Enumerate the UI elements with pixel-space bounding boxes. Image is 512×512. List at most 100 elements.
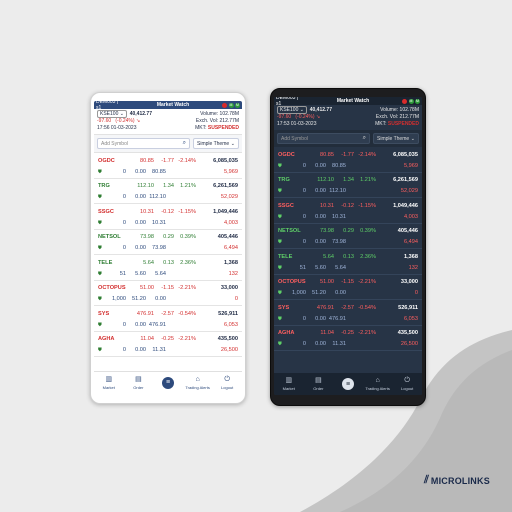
- status-dot-green-2[interactable]: M: [415, 98, 420, 104]
- row-ask-qty: 5,969: [224, 168, 238, 175]
- row-symbol[interactable]: TELE: [278, 254, 312, 260]
- trade-icon[interactable]: ⛊: [278, 316, 286, 322]
- watch-row[interactable]: SSGC 10.31 -0.12 -1.15% 1,049,446 ⛊ 0 0.00 10.31…: [94, 204, 242, 230]
- trade-icon[interactable]: ⛊: [98, 194, 106, 200]
- trade-icon[interactable]: ⛊: [98, 220, 106, 226]
- trade-icon[interactable]: ⛊: [278, 290, 286, 296]
- status-dot-green-2[interactable]: M: [235, 102, 240, 108]
- row-change-pct: -2.21%: [178, 336, 196, 342]
- theme-select[interactable]: Simple Theme ⌄: [373, 133, 419, 144]
- row-bid-qty: 0: [302, 341, 306, 347]
- light-phone-mockup: DEM003 | s1 Market Watch M M KSE100 ⌄ 40…: [90, 92, 246, 404]
- row-volume: 33,000: [220, 285, 238, 291]
- watch-row[interactable]: NETSOL 73.98 0.29 0.39% 405,446 ⛊ 0 0.00 73.98 6,…: [94, 230, 242, 255]
- watch-row[interactable]: AGHA 11.04 -0.25 -2.21% 435,500 ⛊ 0 0.00 11.31 26…: [94, 332, 242, 357]
- tab-menu[interactable]: ≡: [155, 376, 180, 389]
- watch-row[interactable]: OGDC 80.85 -1.77 -2.14% 6,085,035 ⛊ 0 0.00 80.85…: [94, 153, 242, 179]
- row-symbol[interactable]: SYS: [278, 305, 312, 311]
- symbol-search-input[interactable]: Add Symbol ⌕: [97, 138, 190, 149]
- tab-trading-alerts[interactable]: ⌂ Trading Alerts: [365, 377, 390, 391]
- row-bid-qty: 0: [302, 188, 306, 194]
- row-symbol[interactable]: OCTOPUS: [278, 279, 312, 285]
- watch-row[interactable]: TRG 112.10 1.34 1.21% 6,261,569 ⛊ 0 0.00 112.10 5…: [274, 173, 422, 198]
- row-symbol[interactable]: OCTOPUS: [98, 285, 132, 291]
- trade-icon[interactable]: ⛊: [278, 341, 286, 347]
- status-dots: M M: [222, 102, 240, 108]
- watch-row[interactable]: TRG 112.10 1.34 1.21% 6,261,569 ⛊ 0 0.00 112.10 5…: [94, 179, 242, 204]
- trade-icon[interactable]: ⛊: [98, 271, 106, 277]
- row-symbol[interactable]: TRG: [98, 183, 132, 189]
- row-bid-qty: 0: [122, 321, 126, 328]
- search-icon[interactable]: ⌕: [363, 135, 366, 142]
- row-symbol[interactable]: SSGC: [278, 203, 312, 209]
- tab-market[interactable]: ▥ Market: [276, 377, 301, 391]
- trade-icon[interactable]: ⛊: [98, 296, 106, 302]
- trade-icon[interactable]: ⛊: [278, 188, 286, 194]
- tab-order[interactable]: ▤ Order: [126, 376, 151, 390]
- trade-icon[interactable]: ⛊: [98, 245, 106, 251]
- index-datetime: 17:56 01-03-2023: [97, 125, 137, 131]
- watch-row[interactable]: NETSOL 73.98 0.29 0.39% 405,446 ⛊ 0 0.00 73.98 6,…: [274, 224, 422, 249]
- tab-logout[interactable]: ⏻ Logout: [215, 376, 240, 390]
- watch-row[interactable]: SYS 476.91 -2.57 -0.54% 526,911 ⛊ 0 0.00 476.91 6…: [94, 306, 242, 332]
- row-symbol[interactable]: AGHA: [278, 330, 312, 336]
- row-change: 0.29: [163, 234, 174, 240]
- watch-row[interactable]: AGHA 11.04 -0.25 -2.21% 435,500 ⛊ 0 0.00 11.31 26…: [274, 326, 422, 351]
- trade-icon[interactable]: ⛊: [98, 322, 106, 328]
- row-ask-qty: 26,500: [220, 347, 238, 353]
- row-symbol[interactable]: OGDC: [278, 152, 312, 158]
- trade-icon[interactable]: ⛊: [98, 169, 106, 175]
- watch-list: OGDC 80.85 -1.77 -2.14% 6,085,035 ⛊ 0 0.00 80.85…: [94, 153, 242, 371]
- theme-select[interactable]: Simple Theme ⌄: [193, 138, 239, 149]
- search-icon[interactable]: ⌕: [183, 140, 186, 147]
- trade-icon[interactable]: ⛊: [278, 214, 286, 220]
- tab-logout[interactable]: ⏻ Logout: [395, 377, 420, 391]
- index-selector[interactable]: KSE100 ⌄: [277, 106, 307, 114]
- tab-menu[interactable]: ≡: [335, 378, 360, 390]
- row-symbol[interactable]: OGDC: [98, 158, 132, 164]
- trade-icon[interactable]: ⛊: [278, 265, 286, 271]
- watch-row[interactable]: TELE 5.64 0.13 2.36% 1,368 ⛊ 51 5.60 5.64 132: [274, 249, 422, 275]
- trade-icon[interactable]: ⛊: [98, 347, 106, 353]
- status-dot-green[interactable]: M: [228, 102, 234, 108]
- status-dot-red[interactable]: [222, 102, 227, 108]
- row-symbol[interactable]: NETSOL: [98, 234, 132, 240]
- row-change-pct: -1.15%: [178, 208, 196, 215]
- tab-market[interactable]: ▥ Market: [96, 376, 121, 390]
- index-selector[interactable]: KSE100 ⌄: [97, 110, 127, 118]
- row-last-price: 11.04: [320, 330, 334, 336]
- status-dot-red[interactable]: [402, 98, 407, 104]
- row-symbol[interactable]: SYS: [98, 311, 132, 317]
- tab-trading-alerts[interactable]: ⌂ Trading Alerts: [185, 376, 210, 390]
- row-change: 1.34: [343, 177, 354, 183]
- row-change: -1.15: [161, 285, 174, 291]
- tab-label: Order: [133, 384, 144, 390]
- watch-row[interactable]: TELE 5.64 0.13 2.36% 1,368 ⛊ 51 5.60 5.64 132: [94, 255, 242, 281]
- symbol-search-input[interactable]: Add Symbol ⌕: [277, 133, 370, 144]
- watch-row[interactable]: SSGC 10.31 -0.12 -1.15% 1,049,446 ⛊ 0 0.00 10.31…: [274, 198, 422, 224]
- row-change: -0.25: [161, 336, 174, 342]
- watch-row[interactable]: OGDC 80.85 -1.77 -2.14% 6,085,035 ⛊ 0 0.00 80.85…: [274, 147, 422, 173]
- row-last-price: 112.10: [137, 183, 154, 189]
- watch-row[interactable]: OCTOPUS 51.00 -1.15 -2.21% 33,000 ⛊ 1,000 51.20…: [274, 275, 422, 300]
- watch-row[interactable]: SYS 476.91 -2.57 -0.54% 526,911 ⛊ 0 0.00 476.91 6…: [274, 300, 422, 326]
- row-symbol[interactable]: SSGC: [98, 209, 132, 215]
- tab-order[interactable]: ▤ Order: [306, 377, 331, 391]
- row-last-price: 5.64: [143, 259, 154, 266]
- row-symbol[interactable]: NETSOL: [278, 228, 312, 234]
- row-change-pct: -1.15%: [358, 202, 376, 209]
- row-bid-price: 51.20: [312, 290, 326, 296]
- watch-row[interactable]: OCTOPUS 51.00 -1.15 -2.21% 33,000 ⛊ 1,000 51.20…: [94, 281, 242, 306]
- screen-title: Market Watch: [156, 102, 190, 108]
- trade-icon[interactable]: ⛊: [278, 239, 286, 245]
- row-symbol[interactable]: AGHA: [98, 336, 132, 342]
- status-dot-green[interactable]: M: [408, 98, 414, 104]
- row-symbol[interactable]: TELE: [98, 260, 132, 266]
- row-ask-price: 11.31: [152, 347, 166, 353]
- index-change-pct: (-0.24%): [295, 114, 315, 120]
- row-symbol[interactable]: TRG: [278, 177, 312, 183]
- trade-icon[interactable]: ⛊: [278, 163, 286, 169]
- market-label: MKT:: [195, 125, 207, 131]
- watch-list: OGDC 80.85 -1.77 -2.14% 6,085,035 ⛊ 0 0.00 80.85…: [274, 147, 422, 373]
- row-bid-price: 0.00: [135, 347, 146, 353]
